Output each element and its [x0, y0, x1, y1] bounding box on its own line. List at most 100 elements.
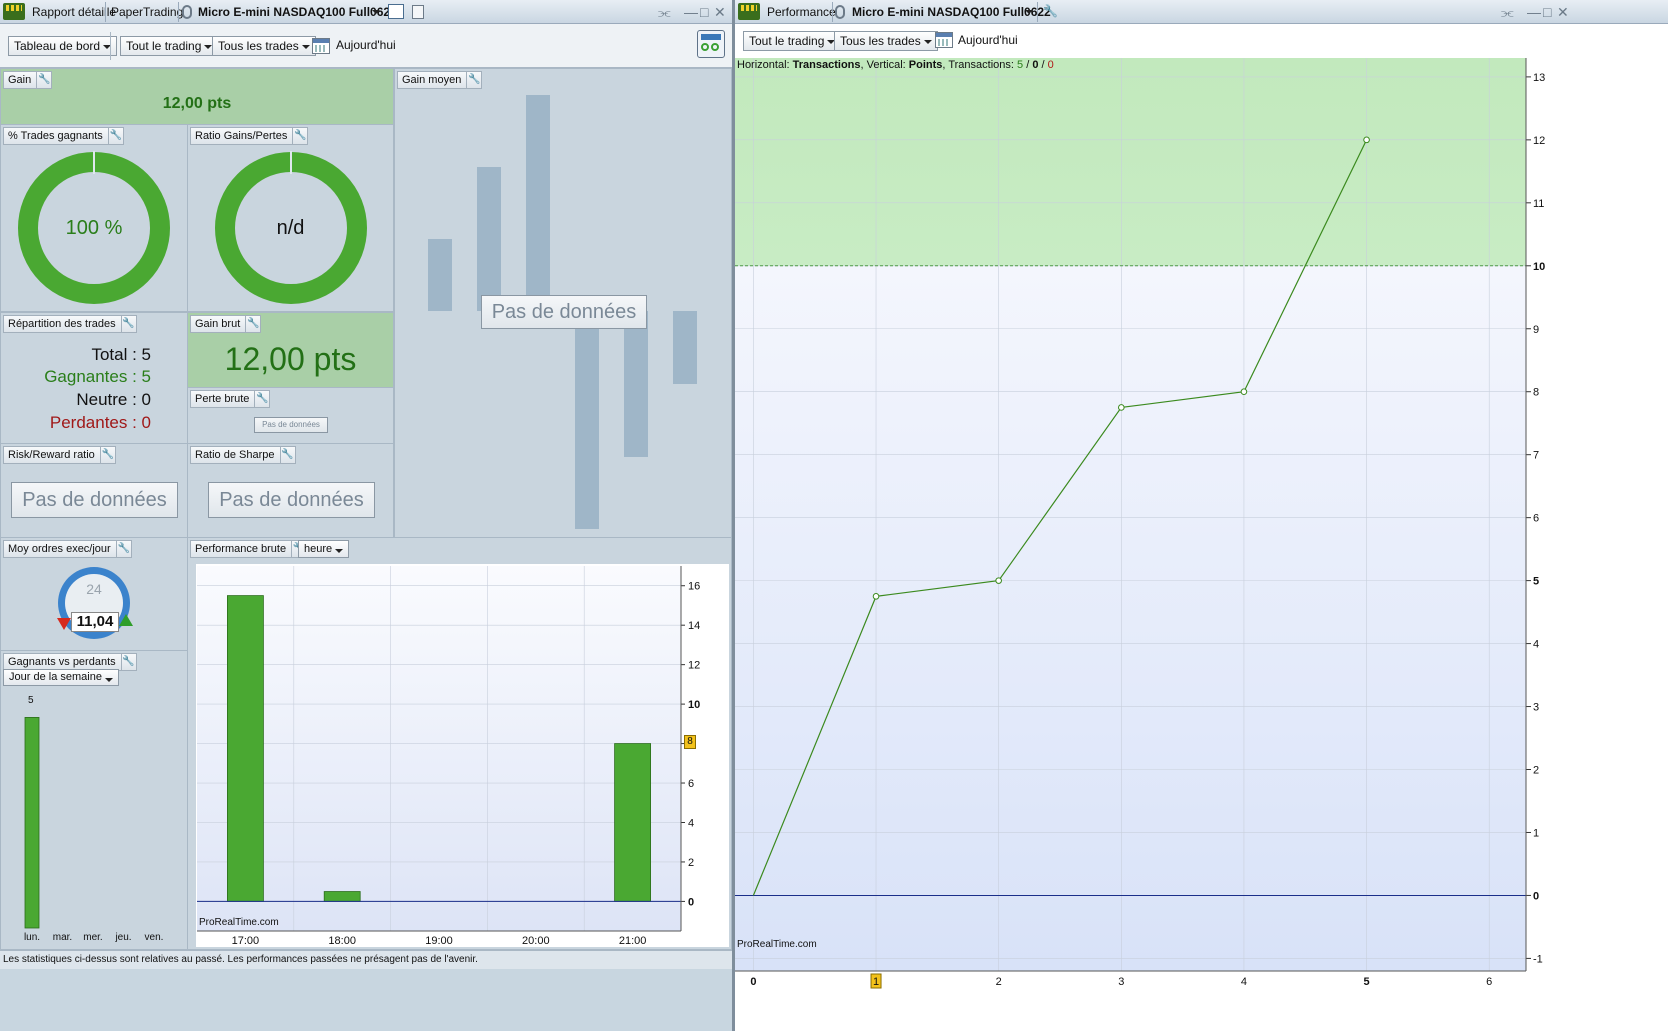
- perf-watermark: ProRealTime.com: [199, 917, 279, 928]
- trades-dropdown[interactable]: Tous les trades: [834, 31, 938, 51]
- maximize-icon[interactable]: □: [700, 4, 708, 20]
- calendar-icon[interactable]: [935, 32, 953, 48]
- date-label[interactable]: Aujourd'hui: [958, 33, 1018, 47]
- arrow-up-icon: [119, 614, 133, 626]
- ghost-bar: [575, 311, 599, 529]
- wrench-icon[interactable]: 🔧: [279, 447, 295, 463]
- x-tick-label: ven.: [145, 932, 164, 943]
- distribution-winners: Gagnantes : 5: [44, 367, 151, 386]
- share-icon[interactable]: ⫘: [658, 4, 671, 20]
- gain-title[interactable]: Gain 🔧: [3, 71, 53, 89]
- maximize-icon[interactable]: □: [1543, 4, 1551, 20]
- y-tick-label: 2: [1533, 765, 1539, 777]
- orders-per-day-panel: Moy ordres exec/jour 🔧 24 11,04: [0, 537, 188, 651]
- ratio-value: n/d: [276, 217, 305, 239]
- minimize-icon[interactable]: —: [684, 4, 698, 20]
- bar: [323, 891, 361, 902]
- date-label[interactable]: Aujourd'hui: [336, 38, 396, 52]
- weekday-dropdown[interactable]: Jour de la semaine: [3, 669, 119, 686]
- x-tick-label: lun.: [24, 932, 40, 943]
- link-icon[interactable]: [182, 5, 192, 19]
- distribution-total: Total : 5: [91, 345, 151, 364]
- y-tick-label: 4: [1533, 639, 1539, 651]
- sharpe-title[interactable]: Ratio de Sharpe 🔧: [190, 446, 296, 464]
- divider: [832, 2, 833, 22]
- gross-loss-title[interactable]: Perte brute 🔧: [190, 390, 271, 408]
- avg-gain-title[interactable]: Gain moyen 🔧: [397, 71, 483, 89]
- y-tick-label: 0: [688, 896, 694, 908]
- risk-reward-no-data: Pas de données: [11, 482, 178, 518]
- y-tick-label: 0: [1533, 890, 1539, 902]
- x-tick-label: 4: [1241, 976, 1247, 988]
- data-point: [1240, 388, 1248, 396]
- disclaimer-text: Les statistiques ci-dessus sont relative…: [3, 954, 478, 965]
- wrench-icon[interactable]: 🔧: [99, 447, 115, 463]
- winners-bar-label: 5: [28, 695, 34, 706]
- instrument-selector[interactable]: Micro E-mini NASDAQ100 Full0622: [852, 0, 1051, 24]
- wrench-icon[interactable]: 🔧: [292, 128, 307, 144]
- gross-gain-title[interactable]: Gain brut 🔧: [190, 315, 262, 333]
- share-icon[interactable]: ⫘: [1501, 4, 1514, 20]
- gain-value: 12,00 pts: [162, 95, 232, 112]
- distribution-title[interactable]: Répartition des trades 🔧: [3, 315, 137, 333]
- chevron-down-icon[interactable]: [1025, 10, 1033, 14]
- last-value-marker: 8: [684, 735, 696, 749]
- dashboard-settings-icon[interactable]: [697, 30, 725, 58]
- close-icon[interactable]: ✕: [1557, 4, 1569, 20]
- trades-dropdown[interactable]: Tous les trades: [212, 36, 316, 56]
- x-tick-label: 5: [1364, 976, 1370, 988]
- divider: [1037, 2, 1038, 22]
- orders-per-day-title[interactable]: Moy ordres exec/jour 🔧: [3, 540, 132, 558]
- chevron-down-icon[interactable]: [372, 10, 380, 14]
- data-point: [872, 593, 880, 600]
- y-tick-label: 3: [1533, 702, 1539, 714]
- ratio-panel: Ratio Gains/Pertes 🔧 n/d: [187, 124, 394, 312]
- win-rate-panel: % Trades gagnants 🔧 100 %: [0, 124, 188, 312]
- hour-dropdown[interactable]: heure: [298, 540, 350, 558]
- tab-papertrading[interactable]: PaperTrading: [111, 0, 183, 24]
- wrench-icon[interactable]: 🔧: [36, 72, 51, 88]
- close-icon[interactable]: ✕: [714, 4, 726, 20]
- win-rate-title[interactable]: % Trades gagnants 🔧: [3, 127, 124, 145]
- y-tick-label: 10: [1533, 261, 1545, 273]
- scope-dropdown[interactable]: Tout le trading: [120, 36, 219, 56]
- dashboard-dropdown[interactable]: Tableau de bord: [8, 36, 118, 56]
- x-tick-label: mar.: [53, 932, 72, 943]
- left-toolbar: Tableau de bord Tout le trading Tous les…: [0, 24, 732, 68]
- calendar-icon[interactable]: [312, 38, 330, 54]
- copy-icon[interactable]: [412, 5, 424, 19]
- wrench-icon[interactable]: 🔧: [466, 72, 481, 88]
- avg-gain-panel: Gain moyen 🔧 Pas de données: [394, 68, 732, 538]
- y-tick-label: 10: [688, 699, 700, 711]
- tab-detailed-report[interactable]: Rapport détaillé: [32, 0, 116, 24]
- y-tick-label: 12: [1533, 135, 1545, 147]
- x-tick-label: 20:00: [522, 935, 550, 947]
- y-tick-label: 16: [688, 581, 700, 593]
- y-tick-label: 12: [688, 660, 700, 672]
- demo-logo-icon: [3, 3, 25, 20]
- scope-dropdown[interactable]: Tout le trading: [743, 31, 842, 51]
- gross-performance-title[interactable]: Performance brute🔧: [190, 540, 308, 558]
- link-icon[interactable]: [835, 5, 845, 19]
- wrench-icon[interactable]: 🔧: [120, 316, 136, 332]
- risk-reward-title[interactable]: Risk/Reward ratio 🔧: [3, 446, 116, 464]
- bar: [24, 717, 40, 929]
- distribution-losers: Perdantes : 0: [49, 413, 151, 432]
- minimize-icon[interactable]: —: [1527, 4, 1541, 20]
- gross-performance-panel: Performance brute🔧 heure 0 2 4 6 8 10 12 14 16 17…: [187, 537, 732, 950]
- y-tick-label: 6: [1533, 513, 1539, 525]
- wrench-icon[interactable]: 🔧: [245, 316, 260, 332]
- wrench-icon[interactable]: 🔧: [254, 391, 269, 407]
- wrench-icon[interactable]: 🔧: [1043, 4, 1058, 18]
- x-tick-label: 21:00: [619, 935, 647, 947]
- tab-performance[interactable]: Performance: [767, 0, 836, 24]
- distribution-neutral: Neutre : 0: [76, 390, 151, 409]
- equity-curve-chart: -10123456789101112130 1 2 3 4 5 6: [735, 58, 1545, 989]
- instrument-selector[interactable]: Micro E-mini NASDAQ100 Full0622: [198, 0, 397, 24]
- wrench-icon[interactable]: 🔧: [107, 128, 123, 144]
- wrench-icon[interactable]: 🔧: [120, 654, 136, 670]
- ratio-title[interactable]: Ratio Gains/Pertes 🔧: [190, 127, 309, 145]
- data-point: [1118, 404, 1125, 411]
- wrench-icon[interactable]: 🔧: [115, 541, 131, 557]
- chart-window-icon[interactable]: [388, 4, 404, 19]
